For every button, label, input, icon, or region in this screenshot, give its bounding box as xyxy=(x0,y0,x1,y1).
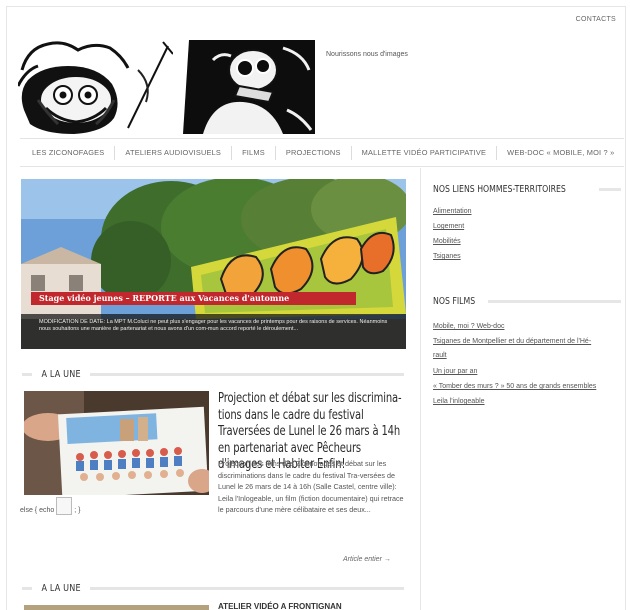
article-excerpt: Projection des films des Ziconofages et … xyxy=(218,459,404,514)
nav-item-mallette[interactable]: MALLETTE VIDÉO PARTICIPATIVE xyxy=(350,145,497,160)
sidebar-film-leila[interactable]: Leila l'inlogeable xyxy=(433,398,485,405)
sidebar-link-alimentation[interactable]: Alimentation xyxy=(433,208,472,215)
section-rule xyxy=(90,586,404,590)
sidebar-heading-links: NOS LIENS HOMMES-TERRITOIRES xyxy=(433,184,621,195)
sidebar-link-logement[interactable]: Logement xyxy=(433,223,464,230)
sidebar-rule xyxy=(599,188,621,191)
site-tagline: Nourissons nous d'images xyxy=(326,51,408,58)
next-article-title[interactable]: ATELIER VIDÉO A FRONTIGNAN xyxy=(218,602,342,610)
main-navigation: LES ZICONOFAGES ATELIERS AUDIOVISUELS FI… xyxy=(20,138,624,167)
read-more-link[interactable]: Article entier → xyxy=(343,556,391,563)
sidebar-film-tsiganes[interactable]: Tsiganes de Montpellier et du départemen… xyxy=(433,338,591,345)
article-thumbnail[interactable] xyxy=(24,391,209,495)
broken-code-snippet: else { echo ; } xyxy=(20,497,81,519)
hero-title[interactable]: Stage vidéo jeunes – REPORTE aux Vacance… xyxy=(31,292,356,305)
sidebar-film-tomber-des-murs[interactable]: « Tomber des murs ? » 50 ans de grands e… xyxy=(433,383,596,390)
section-rule xyxy=(22,586,32,590)
broken-image-icon xyxy=(56,497,73,515)
sidebar-link-tsiganes[interactable]: Tsiganes xyxy=(433,253,461,260)
sidebar-film-un-jour-par-an[interactable]: Un jour par an xyxy=(433,368,477,375)
nav-item-web-doc[interactable]: WEB-DOC « MOBILE, MOI ? » xyxy=(496,145,624,160)
section-heading-a-la-une-2: A LA UNE xyxy=(22,581,404,595)
section-rule xyxy=(22,372,32,376)
logo-projector-illustration[interactable] xyxy=(183,40,315,134)
nav-item-projections[interactable]: PROJECTIONS xyxy=(274,145,351,160)
nav-item-films[interactable]: FILMS xyxy=(231,145,275,160)
sidebar-heading-links-label: NOS LIENS HOMMES-TERRITOIRES xyxy=(433,184,566,195)
sidebar-heading-films-label: NOS FILMS xyxy=(433,296,476,307)
sidebar-link-mobilites[interactable]: Mobilités xyxy=(433,238,461,245)
sidebar: NOS LIENS HOMMES-TERRITOIRES Alimentatio… xyxy=(420,168,626,610)
code-text-before: else { echo xyxy=(20,506,55,514)
sidebar-film-tsiganes-cont[interactable]: rault xyxy=(433,352,447,359)
section-label: A LA UNE xyxy=(41,582,81,594)
nav-item-ziconofages[interactable]: LES ZICONOFAGES xyxy=(20,146,114,160)
code-text-after: ; } xyxy=(74,506,81,514)
hero-caption: MODIFICATION DE DATE: La MPT M.Coluci ne… xyxy=(21,314,406,349)
section-label: A LA UNE xyxy=(41,368,81,380)
section-rule xyxy=(90,372,404,376)
next-article-thumbnail[interactable] xyxy=(24,605,209,610)
logo-face-illustration[interactable] xyxy=(16,40,174,134)
nav-item-ateliers[interactable]: ATELIERS AUDIOVISUELS xyxy=(114,145,231,160)
sidebar-heading-films: NOS FILMS xyxy=(433,296,621,307)
sidebar-film-mobile-moi[interactable]: Mobile, moi ? Web-doc xyxy=(433,323,504,330)
hero-slide[interactable]: Stage vidéo jeunes – REPORTE aux Vacance… xyxy=(21,179,406,349)
section-heading-a-la-une: A LA UNE xyxy=(22,367,404,381)
sidebar-rule xyxy=(488,300,621,303)
contacts-link[interactable]: CONTACTS xyxy=(576,16,616,23)
